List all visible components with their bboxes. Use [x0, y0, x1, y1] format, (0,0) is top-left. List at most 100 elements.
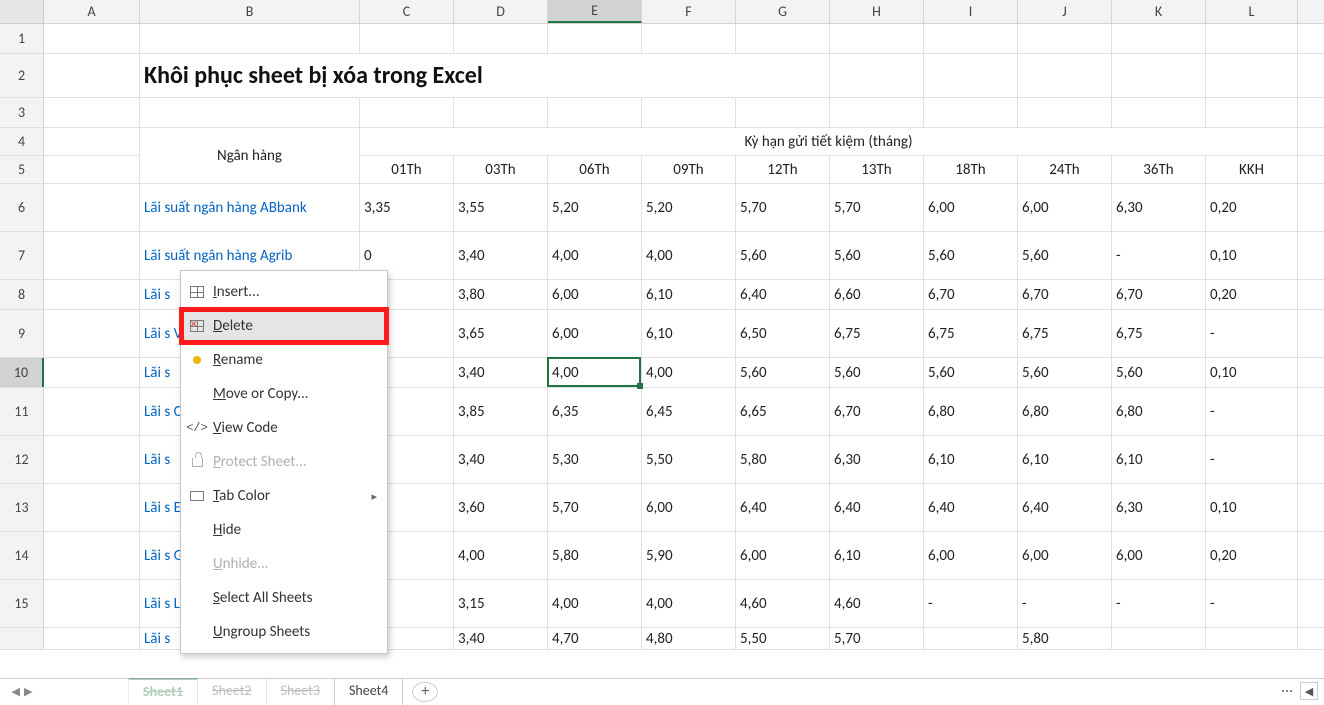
data-cell[interactable]: 6,70	[1018, 280, 1112, 309]
data-cell[interactable]: 6,40	[1018, 484, 1112, 531]
data-cell[interactable]: 4,70	[548, 628, 642, 649]
data-cell[interactable]: 3,65	[454, 310, 548, 357]
cell[interactable]	[44, 24, 140, 53]
column-header-G[interactable]: G	[736, 0, 830, 23]
row-header-10[interactable]: 10	[0, 358, 44, 387]
ctx-move-or-copy[interactable]: Move or Copy...	[181, 377, 387, 411]
tab-split-handle[interactable]	[1282, 690, 1292, 692]
select-all-corner[interactable]	[0, 0, 44, 24]
row-header-16[interactable]	[0, 628, 44, 649]
data-cell[interactable]: 3,15	[454, 580, 548, 627]
row-header-1[interactable]: 1	[0, 24, 44, 53]
add-sheet-button[interactable]: +	[412, 682, 438, 702]
cell[interactable]	[1112, 98, 1206, 127]
data-cell[interactable]: 6,70	[1112, 280, 1206, 309]
data-cell[interactable]: 3,35	[360, 184, 454, 231]
column-header-J[interactable]: J	[1018, 0, 1112, 23]
data-cell[interactable]: 5,60	[1112, 358, 1206, 387]
data-cell[interactable]: 5,60	[736, 232, 830, 279]
data-cell[interactable]: 4,00	[642, 232, 736, 279]
data-cell[interactable]: 6,10	[924, 436, 1018, 483]
data-cell[interactable]: 6,10	[1018, 436, 1112, 483]
row-header-5[interactable]: 5	[0, 156, 44, 183]
cell[interactable]	[1206, 98, 1298, 127]
data-cell[interactable]: 3,40	[454, 628, 548, 649]
data-cell[interactable]: 6,40	[736, 280, 830, 309]
tab-next-icon[interactable]: ▶	[24, 685, 32, 698]
data-cell[interactable]: 5,80	[736, 436, 830, 483]
row-header-14[interactable]: 14	[0, 532, 44, 579]
data-cell[interactable]: 6,45	[642, 388, 736, 435]
data-cell[interactable]: 4,80	[642, 628, 736, 649]
cell[interactable]	[44, 310, 140, 357]
data-cell[interactable]: 5,80	[1018, 628, 1112, 649]
data-cell[interactable]: 6,70	[924, 280, 1018, 309]
data-cell[interactable]: 6,80	[1018, 388, 1112, 435]
sheet-tab-sheet4[interactable]: Sheet4	[334, 678, 403, 705]
sheet-tab-sheet2[interactable]: Sheet2	[197, 678, 266, 705]
data-cell[interactable]: 6,00	[548, 280, 642, 309]
cell[interactable]	[830, 24, 924, 53]
column-header-E[interactable]: E	[548, 0, 642, 23]
cell[interactable]	[830, 98, 924, 127]
data-cell[interactable]: 5,60	[830, 232, 924, 279]
sheet-tab-sheet1[interactable]: Sheet1	[128, 678, 198, 705]
cell[interactable]	[44, 358, 140, 387]
column-header-L[interactable]: L	[1206, 0, 1298, 23]
data-cell[interactable]: -	[1112, 580, 1206, 627]
column-header-D[interactable]: D	[454, 0, 548, 23]
data-cell[interactable]: 4,60	[830, 580, 924, 627]
ctx-view-code[interactable]: </>View Code	[181, 411, 387, 445]
column-header-K[interactable]: K	[1112, 0, 1206, 23]
cell[interactable]	[44, 484, 140, 531]
data-cell[interactable]: 6,10	[642, 310, 736, 357]
cell[interactable]	[44, 54, 140, 97]
column-header-B[interactable]: B	[140, 0, 360, 23]
cell[interactable]	[830, 54, 924, 97]
data-cell[interactable]: 3,40	[454, 232, 548, 279]
data-cell[interactable]: 6,30	[1112, 484, 1206, 531]
data-cell[interactable]: -	[1206, 580, 1298, 627]
row-header-15[interactable]: 15	[0, 580, 44, 627]
data-cell[interactable]	[1112, 628, 1206, 649]
ctx-ungroup-sheets[interactable]: Ungroup Sheets	[181, 615, 387, 649]
cell[interactable]	[44, 128, 140, 155]
data-cell[interactable]: -	[924, 580, 1018, 627]
cell[interactable]	[924, 54, 1018, 97]
data-cell[interactable]: 6,30	[1112, 184, 1206, 231]
data-cell[interactable]: 6,50	[736, 310, 830, 357]
data-cell[interactable]: 3,40	[454, 436, 548, 483]
data-cell[interactable]	[924, 628, 1018, 649]
data-cell[interactable]: 5,60	[924, 358, 1018, 387]
data-cell[interactable]: 6,65	[736, 388, 830, 435]
data-cell[interactable]: 5,30	[548, 436, 642, 483]
cell[interactable]	[736, 98, 830, 127]
data-cell[interactable]: -	[1206, 436, 1298, 483]
data-cell[interactable]: 5,70	[548, 484, 642, 531]
data-cell[interactable]: 3,55	[454, 184, 548, 231]
data-cell[interactable]: 5,60	[924, 232, 1018, 279]
data-cell[interactable]: 4,60	[736, 580, 830, 627]
data-cell[interactable]: 6,10	[1112, 436, 1206, 483]
row-header-2[interactable]: 2	[0, 54, 44, 97]
cell[interactable]	[642, 98, 736, 127]
data-cell[interactable]: 6,75	[1112, 310, 1206, 357]
row-header-4[interactable]: 4	[0, 128, 44, 155]
data-cell[interactable]: 4,00	[454, 532, 548, 579]
column-header-I[interactable]: I	[924, 0, 1018, 23]
data-cell[interactable]: 6,10	[830, 532, 924, 579]
row-header-11[interactable]: 11	[0, 388, 44, 435]
data-cell[interactable]: 6,35	[548, 388, 642, 435]
data-cell[interactable]: 3,60	[454, 484, 548, 531]
cell[interactable]	[44, 532, 140, 579]
sheet-tab-sheet3[interactable]: Sheet3	[266, 678, 335, 705]
row-header-13[interactable]: 13	[0, 484, 44, 531]
tab-prev-icon[interactable]: ◀	[12, 685, 20, 698]
cell[interactable]	[44, 280, 140, 309]
ctx-delete[interactable]: Delete	[181, 309, 387, 343]
cell[interactable]	[360, 98, 454, 127]
data-cell[interactable]: 0,10	[1206, 358, 1298, 387]
ctx-insert[interactable]: Insert...	[181, 275, 387, 309]
data-cell[interactable]: 0,20	[1206, 532, 1298, 579]
cell[interactable]	[736, 54, 830, 97]
